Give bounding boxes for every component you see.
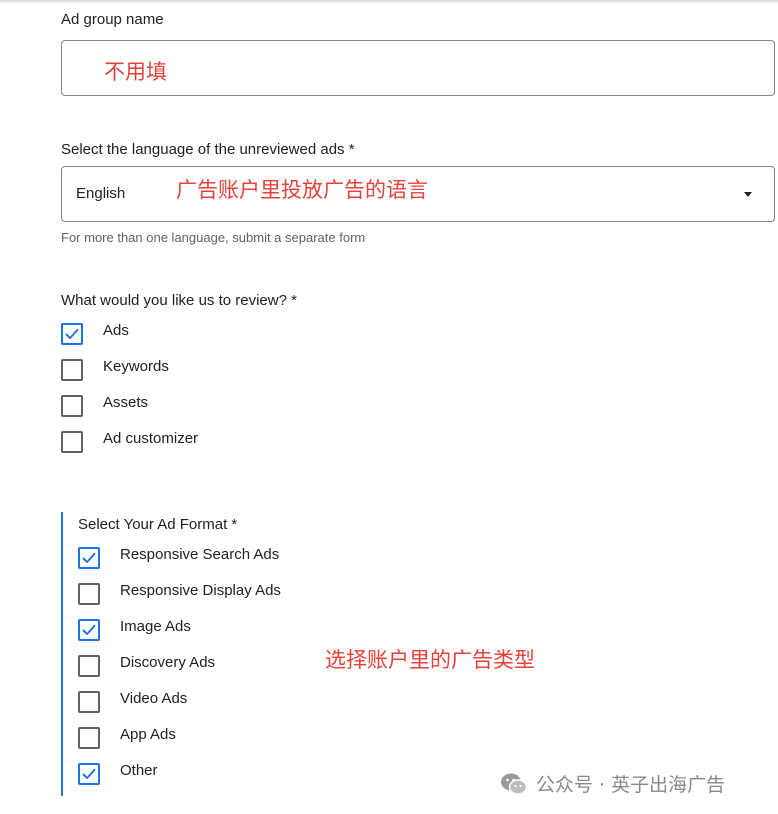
ad-format-annotation: 选择账户里的广告类型 — [325, 648, 535, 672]
language-annotation: 广告账户里投放广告的语言 — [176, 178, 428, 202]
watermark-text: 公众号 · 英子出海广告 — [536, 774, 726, 796]
checkbox[interactable] — [78, 763, 100, 785]
language-selected-value: English — [76, 185, 126, 202]
ad-format-label: Select Your Ad Format * — [78, 516, 238, 533]
ad-format-option-responsive-display-ads[interactable]: Responsive Display Ads — [78, 582, 281, 606]
ad-format-option-discovery-ads[interactable]: Discovery Ads — [78, 654, 215, 678]
top-shadow — [0, 0, 778, 4]
review-option-keywords[interactable]: Keywords — [61, 358, 169, 382]
checkbox[interactable] — [61, 431, 83, 453]
ad-group-name-input[interactable] — [61, 40, 775, 96]
review-option-ads[interactable]: Ads — [61, 322, 129, 346]
checkbox-label: Other — [120, 761, 158, 779]
ad-group-annotation: 不用填 — [104, 60, 167, 84]
ad-format-option-image-ads[interactable]: Image Ads — [78, 618, 191, 642]
checkbox[interactable] — [78, 691, 100, 713]
checkmark-icon — [65, 328, 79, 339]
checkbox[interactable] — [61, 395, 83, 417]
checkmark-icon — [82, 552, 96, 563]
checkbox-label: Assets — [103, 393, 149, 411]
checkbox[interactable] — [78, 547, 100, 569]
watermark: 公众号 · 英子出海广告 — [500, 770, 725, 797]
checkbox-label: Image Ads — [120, 617, 191, 635]
checkmark-icon — [82, 624, 96, 635]
ad-format-option-other[interactable]: Other — [78, 762, 158, 786]
checkbox-label: Keywords — [103, 357, 169, 375]
wechat-icon — [501, 773, 528, 795]
dropdown-arrow-icon — [744, 192, 752, 197]
ad-format-option-app-ads[interactable]: App Ads — [78, 726, 176, 750]
checkbox-label: Responsive Display Ads — [120, 581, 281, 599]
checkbox-label: Responsive Search Ads — [120, 545, 280, 563]
checkbox-label: App Ads — [120, 725, 176, 743]
checkbox[interactable] — [78, 619, 100, 641]
checkbox[interactable] — [78, 727, 100, 749]
checkbox-label: Video Ads — [120, 689, 188, 707]
checkbox[interactable] — [78, 655, 100, 677]
ad-format-option-responsive-search-ads[interactable]: Responsive Search Ads — [78, 546, 279, 570]
review-option-ad-customizer[interactable]: Ad customizer — [61, 430, 198, 454]
review-option-assets[interactable]: Assets — [61, 394, 148, 418]
ad-format-option-video-ads[interactable]: Video Ads — [78, 690, 187, 714]
checkbox[interactable] — [61, 323, 83, 345]
ad-format-section-rule — [61, 512, 63, 796]
language-helper-text: For more than one language, submit a sep… — [61, 230, 366, 245]
checkbox[interactable] — [61, 359, 83, 381]
language-label: Select the language of the unreviewed ad… — [61, 141, 355, 158]
review-label: What would you like us to review? * — [61, 292, 297, 309]
checkbox-label: Ad customizer — [103, 429, 199, 447]
checkmark-icon — [82, 768, 96, 779]
checkbox-label: Discovery Ads — [120, 653, 216, 671]
checkbox[interactable] — [78, 583, 100, 605]
checkbox-label: Ads — [103, 321, 129, 339]
ad-group-name-label: Ad group name — [61, 11, 164, 28]
